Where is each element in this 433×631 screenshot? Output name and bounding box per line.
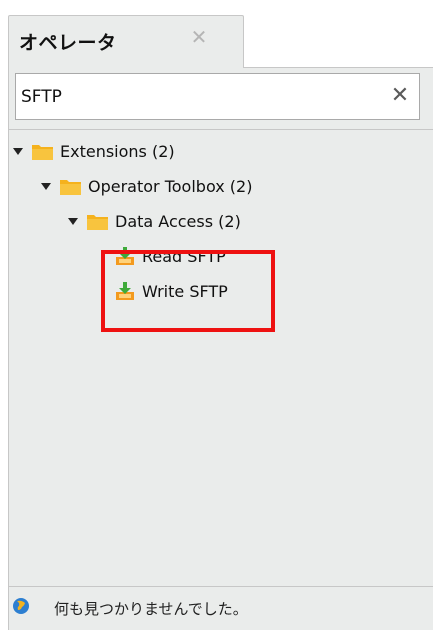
tab-bar: オペレータ ✕ <box>0 0 433 68</box>
tree-node-operator-toolbox[interactable]: Operator Toolbox (2) <box>41 169 252 203</box>
operators-panel: ✕ Extensions (2) Operator Too <box>8 67 433 630</box>
status-message: 何も見つかりませんでした。 <box>54 600 248 618</box>
download-icon <box>114 281 136 301</box>
globe-icon <box>12 597 30 615</box>
tree-label: Extensions (2) <box>60 141 175 161</box>
tree-label: Data Access (2) <box>115 211 241 231</box>
tab-title: オペレータ <box>19 32 117 54</box>
folder-icon <box>31 142 54 161</box>
download-icon <box>114 246 136 266</box>
folder-icon <box>59 177 82 196</box>
search-input[interactable] <box>16 74 381 119</box>
tree-node-data-access[interactable]: Data Access (2) <box>68 204 241 238</box>
expand-arrow-icon[interactable] <box>68 217 78 225</box>
tree-label: Write SFTP <box>142 281 228 301</box>
tree-node-write-sftp[interactable]: Write SFTP <box>114 274 228 308</box>
tree-node-extensions[interactable]: Extensions (2) <box>13 134 175 168</box>
close-icon[interactable]: ✕ <box>187 25 211 49</box>
tree-label: Read SFTP <box>142 246 226 266</box>
clear-search-icon[interactable]: ✕ <box>389 85 411 107</box>
expand-arrow-icon[interactable] <box>13 147 23 155</box>
divider <box>9 129 433 130</box>
status-bar: 何も見つかりませんでした。 <box>9 586 433 631</box>
tab-operators[interactable]: オペレータ ✕ <box>8 15 244 68</box>
folder-icon <box>86 212 109 231</box>
search-box[interactable]: ✕ <box>15 73 420 120</box>
tree-label: Operator Toolbox (2) <box>88 176 253 196</box>
expand-arrow-icon[interactable] <box>41 182 51 190</box>
tree-node-read-sftp[interactable]: Read SFTP <box>114 239 226 273</box>
